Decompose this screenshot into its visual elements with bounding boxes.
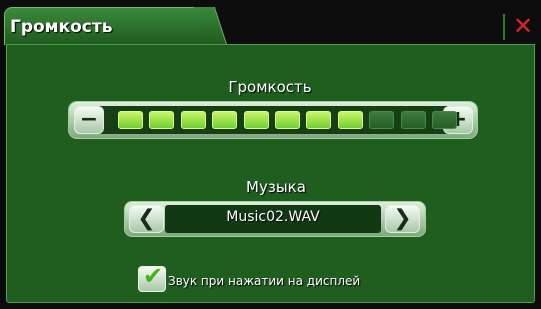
chevron-right-icon: ❯: [393, 206, 412, 231]
music-label: Музыка: [246, 178, 306, 196]
volume-segment[interactable]: [275, 111, 300, 129]
volume-segment[interactable]: [306, 111, 332, 129]
minus-icon: −: [79, 107, 99, 132]
window-title: Громкость: [10, 17, 113, 37]
volume-label: Громкость: [228, 78, 312, 96]
volume-segment[interactable]: [180, 111, 206, 129]
music-next-button[interactable]: ❯: [385, 205, 420, 233]
touch-sound-label[interactable]: Звук при нажатии на дисплей: [168, 274, 360, 288]
close-button[interactable]: ✕: [510, 12, 536, 40]
volume-segment[interactable]: [369, 111, 395, 129]
music-value: Music02.WAV: [226, 209, 320, 225]
volume-segment[interactable]: [149, 111, 175, 129]
volume-settings-screen: Громкость ✕ Громкость − + Музыка ❮ ❯ Mus…: [0, 0, 541, 309]
bottom-edge: [0, 303, 541, 309]
chevron-left-icon: ❮: [137, 206, 156, 231]
touch-sound-checkbox[interactable]: ✔: [138, 262, 166, 292]
music-prev-button[interactable]: ❮: [129, 205, 164, 233]
volume-segment[interactable]: [118, 111, 143, 129]
volume-segment[interactable]: [337, 111, 363, 129]
checkmark-icon: ✔: [143, 262, 164, 290]
volume-segment[interactable]: [432, 111, 457, 129]
close-separator: [503, 14, 505, 40]
close-icon: ✕: [512, 12, 534, 40]
volume-segment[interactable]: [400, 111, 426, 129]
volume-segment[interactable]: [212, 111, 238, 129]
volume-decrease-button[interactable]: −: [74, 106, 104, 134]
volume-segment[interactable]: [243, 111, 269, 129]
